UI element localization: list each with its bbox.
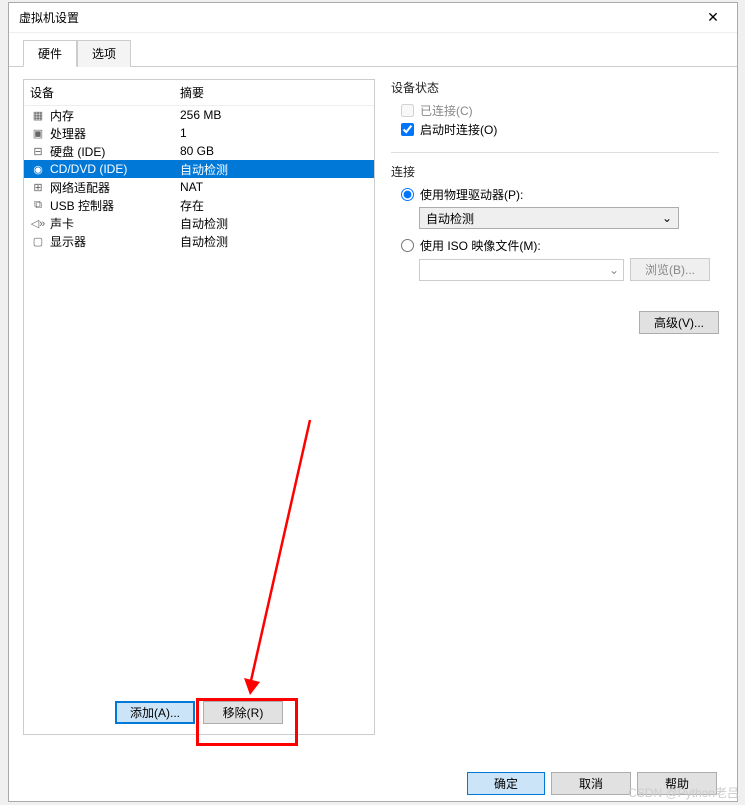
device-icon: ▣ xyxy=(30,125,46,141)
browse-button[interactable]: 浏览(B)... xyxy=(630,258,710,281)
device-name: USB 控制器 xyxy=(50,197,180,214)
titlebar: 虚拟机设置 ✕ xyxy=(9,3,737,33)
physical-radio[interactable] xyxy=(401,188,414,201)
physical-label: 使用物理驱动器(P): xyxy=(420,186,523,203)
close-button[interactable]: ✕ xyxy=(693,4,733,32)
device-row[interactable]: ⊟硬盘 (IDE)80 GB xyxy=(24,142,374,160)
device-row[interactable]: ◁»声卡自动检测 xyxy=(24,214,374,232)
device-name: 处理器 xyxy=(50,125,180,142)
cancel-button[interactable]: 取消 xyxy=(551,772,631,795)
device-summary: 80 GB xyxy=(180,144,368,158)
device-name: 显示器 xyxy=(50,233,180,250)
device-name: 声卡 xyxy=(50,215,180,232)
connect-power-label: 启动时连接(O) xyxy=(420,121,497,138)
device-summary: 256 MB xyxy=(180,108,368,122)
settings-panel: 设备状态 已连接(C) 启动时连接(O) 连接 使用物理驱动器(P): 自动检测… xyxy=(387,79,723,735)
ok-button[interactable]: 确定 xyxy=(467,772,545,795)
device-row[interactable]: ◉ CD/DVD (IDE)自动检测 xyxy=(24,160,374,178)
device-panel: 设备 摘要 ▦内存256 MB▣处理器1⊟硬盘 (IDE)80 GB◉CD/DV… xyxy=(23,79,375,735)
device-summary: 存在 xyxy=(180,197,368,214)
tabs: 硬件 选项 xyxy=(9,33,737,67)
physical-drive-select[interactable]: 自动检测 ⌄ xyxy=(419,207,679,229)
add-button[interactable]: 添加(A)... xyxy=(115,701,195,724)
device-summary: NAT xyxy=(180,180,368,194)
physical-radio-row[interactable]: 使用物理驱动器(P): xyxy=(401,186,719,203)
connection-group-title: 连接 xyxy=(391,163,719,180)
device-summary: 自动检测 xyxy=(180,161,368,178)
watermark: CSDN @Python老吕 xyxy=(628,784,739,801)
device-name: CD/DVD (IDE) xyxy=(50,162,180,176)
tab-options[interactable]: 选项 xyxy=(77,40,131,67)
connect-power-checkbox[interactable] xyxy=(401,123,414,136)
connect-power-row[interactable]: 启动时连接(O) xyxy=(401,121,719,138)
main-content: 设备 摘要 ▦内存256 MB▣处理器1⊟硬盘 (IDE)80 GB◉CD/DV… xyxy=(9,67,737,747)
connected-checkbox xyxy=(401,104,414,117)
device-row[interactable]: ⊞网络适配器NAT xyxy=(24,178,374,196)
device-summary: 自动检测 xyxy=(180,233,368,250)
device-row[interactable]: ⧉USB 控制器存在 xyxy=(24,196,374,214)
device-icon: ⊞ xyxy=(30,179,46,195)
device-name: 硬盘 (IDE) xyxy=(50,143,180,160)
iso-label: 使用 ISO 映像文件(M): xyxy=(420,237,541,254)
iso-radio-row[interactable]: 使用 ISO 映像文件(M): xyxy=(401,237,719,254)
connected-label: 已连接(C) xyxy=(420,102,473,119)
chevron-down-icon: ⌄ xyxy=(662,211,672,225)
iso-path-input[interactable]: ⌄ xyxy=(419,259,624,281)
device-row[interactable]: ▦内存256 MB xyxy=(24,106,374,124)
iso-row: ⌄ 浏览(B)... xyxy=(419,258,719,281)
device-icon: ◁» xyxy=(30,215,46,231)
vm-settings-window: 虚拟机设置 ✕ 硬件 选项 设备 摘要 ▦内存256 MB▣处理器1⊟硬盘 (I… xyxy=(8,2,738,802)
remove-button[interactable]: 移除(R) xyxy=(203,701,283,724)
device-summary: 自动检测 xyxy=(180,215,368,232)
advanced-row: 高级(V)... xyxy=(391,311,719,334)
device-icon: ▦ xyxy=(30,107,46,123)
iso-radio[interactable] xyxy=(401,239,414,252)
device-row[interactable]: ▢显示器自动检测 xyxy=(24,232,374,250)
device-buttons: 添加(A)... 移除(R) xyxy=(24,691,374,734)
window-title: 虚拟机设置 xyxy=(19,9,79,26)
physical-drive-value: 自动检测 xyxy=(426,210,474,227)
col-device-header: 设备 xyxy=(30,84,180,101)
advanced-button[interactable]: 高级(V)... xyxy=(639,311,719,334)
device-icon: ⧉ xyxy=(30,197,46,213)
tab-hardware[interactable]: 硬件 xyxy=(23,40,77,67)
list-header: 设备 摘要 xyxy=(24,80,374,106)
device-name: 内存 xyxy=(50,107,180,124)
device-name: 网络适配器 xyxy=(50,179,180,196)
status-group-title: 设备状态 xyxy=(391,79,719,96)
connected-checkbox-row: 已连接(C) xyxy=(401,102,719,119)
divider xyxy=(391,152,719,153)
device-list[interactable]: ▦内存256 MB▣处理器1⊟硬盘 (IDE)80 GB◉CD/DVD (IDE… xyxy=(24,106,374,691)
device-row[interactable]: ▣处理器1 xyxy=(24,124,374,142)
device-icon: ⊟ xyxy=(30,143,46,159)
device-icon: ▢ xyxy=(30,233,46,249)
col-summary-header: 摘要 xyxy=(180,84,368,101)
device-icon: ◉ xyxy=(30,161,46,177)
device-summary: 1 xyxy=(180,126,368,140)
